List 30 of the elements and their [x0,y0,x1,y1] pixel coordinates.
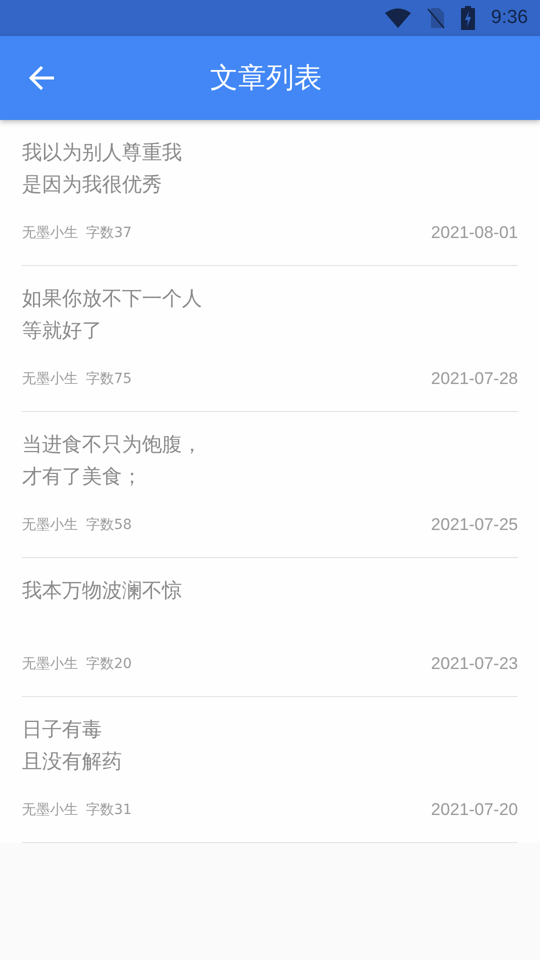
wifi-icon [385,8,412,28]
article-date: 2021-07-25 [431,514,518,536]
article-title-line: 当进食不只为饱腹， [22,431,202,458]
author-name: 无墨小生 [22,654,78,674]
status-time: 9:36 [491,6,528,30]
author-name: 无墨小生 [22,224,78,242]
article-title-line: 且没有解药 [22,748,122,775]
article-title-line: 我本万物波澜不惊 [22,577,182,604]
article-title-line: 如果你放不下一个人 [22,285,202,312]
no-sim-icon [427,7,446,29]
author-name: 无墨小生 [22,370,78,388]
page-title: 文章列表 [210,60,322,96]
article-title-line: 才有了美食； [22,463,142,490]
battery-charging-icon [461,6,476,30]
author-name: 无墨小生 [22,800,78,820]
word-count: 字数58 [86,516,132,534]
word-count: 字数20 [86,654,132,674]
article-title-line: 等就好了 [22,317,102,344]
article-title-line: 我以为别人尊重我 [22,139,182,166]
word-count: 字数31 [86,800,132,820]
author-name: 无墨小生 [22,516,78,534]
word-count: 字数37 [86,224,132,242]
article-date: 2021-08-01 [431,222,518,244]
back-arrow-icon [28,65,56,91]
article-title-line: 是因为我很优秀 [22,171,162,198]
article-date: 2021-07-20 [431,799,518,822]
word-count: 字数75 [86,370,132,388]
article-title-line: 日子有毒 [22,716,102,743]
article-date: 2021-07-28 [431,368,518,390]
article-date: 2021-07-23 [431,653,518,676]
